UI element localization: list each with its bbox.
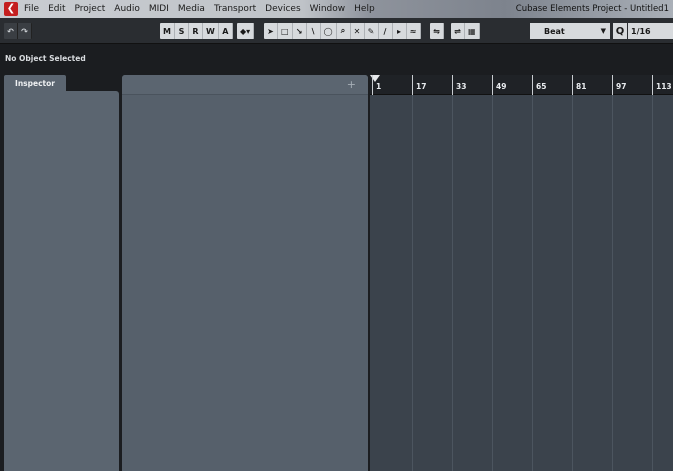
line-icon[interactable]: ∕ <box>378 23 393 39</box>
read-all-button[interactable]: R <box>188 23 203 39</box>
erase-icon[interactable]: ◯ <box>320 23 337 39</box>
activate-all-button[interactable]: A <box>218 23 233 39</box>
range-select-icon[interactable]: □ <box>278 23 293 39</box>
draw-icon[interactable]: ✎ <box>364 23 379 39</box>
cubase-logo-icon[interactable]: ❮ <box>4 2 18 16</box>
grid-line <box>532 95 533 471</box>
glue-icon[interactable]: ∖ <box>306 23 321 39</box>
ruler-bar: 49 <box>492 75 506 95</box>
object-select-icon[interactable]: ➤ <box>264 23 278 39</box>
quantize-select[interactable]: 1/16 <box>628 23 673 39</box>
grid-line <box>452 95 453 471</box>
msrwa-group: M S R W A <box>160 23 233 39</box>
tab-inspector[interactable]: Inspector <box>4 75 66 91</box>
menu-window[interactable]: Window <box>310 4 346 14</box>
add-track-button[interactable]: + <box>347 78 356 91</box>
event-display[interactable]: 1 17 33 49 65 81 97 113 <box>370 75 673 471</box>
toolbar: ↶ ↷ M S R W A ◆▾ ➤ □ ↘ ∖ ◯ ⌕ ✕ ✎ ∕ ▸ ≈ ⇋… <box>0 18 673 44</box>
ruler-bar: 33 <box>452 75 466 95</box>
grid-line <box>572 95 573 471</box>
grid-line <box>652 95 653 471</box>
undo-icon[interactable]: ↶ <box>4 23 18 39</box>
chevron-down-icon: ▼ <box>600 27 606 35</box>
window-title: Cubase Elements Project - Untitled1 <box>515 4 669 14</box>
mute-all-button[interactable]: M <box>160 23 175 39</box>
redo-icon[interactable]: ↷ <box>18 23 32 39</box>
ruler[interactable]: 1 17 33 49 65 81 97 113 <box>370 75 673 95</box>
info-line-text: No Object Selected <box>5 53 86 63</box>
grid-line <box>612 95 613 471</box>
inspector-panel <box>4 91 119 471</box>
quantize-button[interactable]: Q <box>613 23 627 39</box>
info-line: No Object Selected <box>0 44 673 72</box>
snap-type-value: Beat <box>544 26 565 36</box>
solo-all-button[interactable]: S <box>174 23 189 39</box>
menu-media[interactable]: Media <box>178 4 205 14</box>
menu-midi[interactable]: MIDI <box>149 4 169 14</box>
menu-bar: ❮ File Edit Project Audio MIDI Media Tra… <box>0 0 673 18</box>
play-icon[interactable]: ▸ <box>392 23 407 39</box>
menu-devices[interactable]: Devices <box>265 4 300 14</box>
ruler-bar: 17 <box>412 75 426 95</box>
zoom-icon[interactable]: ⌕ <box>336 23 351 39</box>
time-warp-icon[interactable]: ≈ <box>406 23 421 39</box>
track-list-header: + <box>122 75 368 95</box>
snap-to-zero-icon[interactable]: ⇌ <box>451 23 465 39</box>
ruler-bar: 65 <box>532 75 546 95</box>
menu-help[interactable]: Help <box>354 4 375 14</box>
tool-buttons: ➤ □ ↘ ∖ ◯ ⌕ ✕ ✎ ∕ ▸ ≈ <box>264 23 421 39</box>
undo-redo-group: ↶ ↷ <box>4 23 32 39</box>
split-icon[interactable]: ↘ <box>292 23 307 39</box>
menu-file[interactable]: File <box>24 4 39 14</box>
menu-project[interactable]: Project <box>75 4 106 14</box>
mute-icon[interactable]: ✕ <box>350 23 365 39</box>
ruler-bar: 81 <box>572 75 586 95</box>
track-list[interactable]: + <box>122 75 368 471</box>
menu-audio[interactable]: Audio <box>114 4 140 14</box>
ruler-bar: 97 <box>612 75 626 95</box>
snap-icon[interactable]: ⇋ <box>430 23 444 39</box>
grid-icon[interactable]: ▦ <box>465 23 480 39</box>
grid-group: ⇌ ▦ <box>451 23 480 39</box>
ruler-bar: 1 <box>372 75 381 95</box>
project-window: Inspector + 1 17 33 49 65 81 97 113 <box>0 72 673 471</box>
menu-transport[interactable]: Transport <box>214 4 256 14</box>
grid-line <box>412 95 413 471</box>
ruler-bar: 113 <box>652 75 672 95</box>
autoscroll-icon[interactable]: ◆▾ <box>237 23 255 39</box>
write-all-button[interactable]: W <box>202 23 219 39</box>
autoscroll-group: ◆▾ <box>237 23 255 39</box>
grid-line <box>492 95 493 471</box>
snap-group: ⇋ <box>430 23 444 39</box>
snap-type-select[interactable]: Beat ▼ <box>530 23 610 39</box>
menu-edit[interactable]: Edit <box>48 4 65 14</box>
